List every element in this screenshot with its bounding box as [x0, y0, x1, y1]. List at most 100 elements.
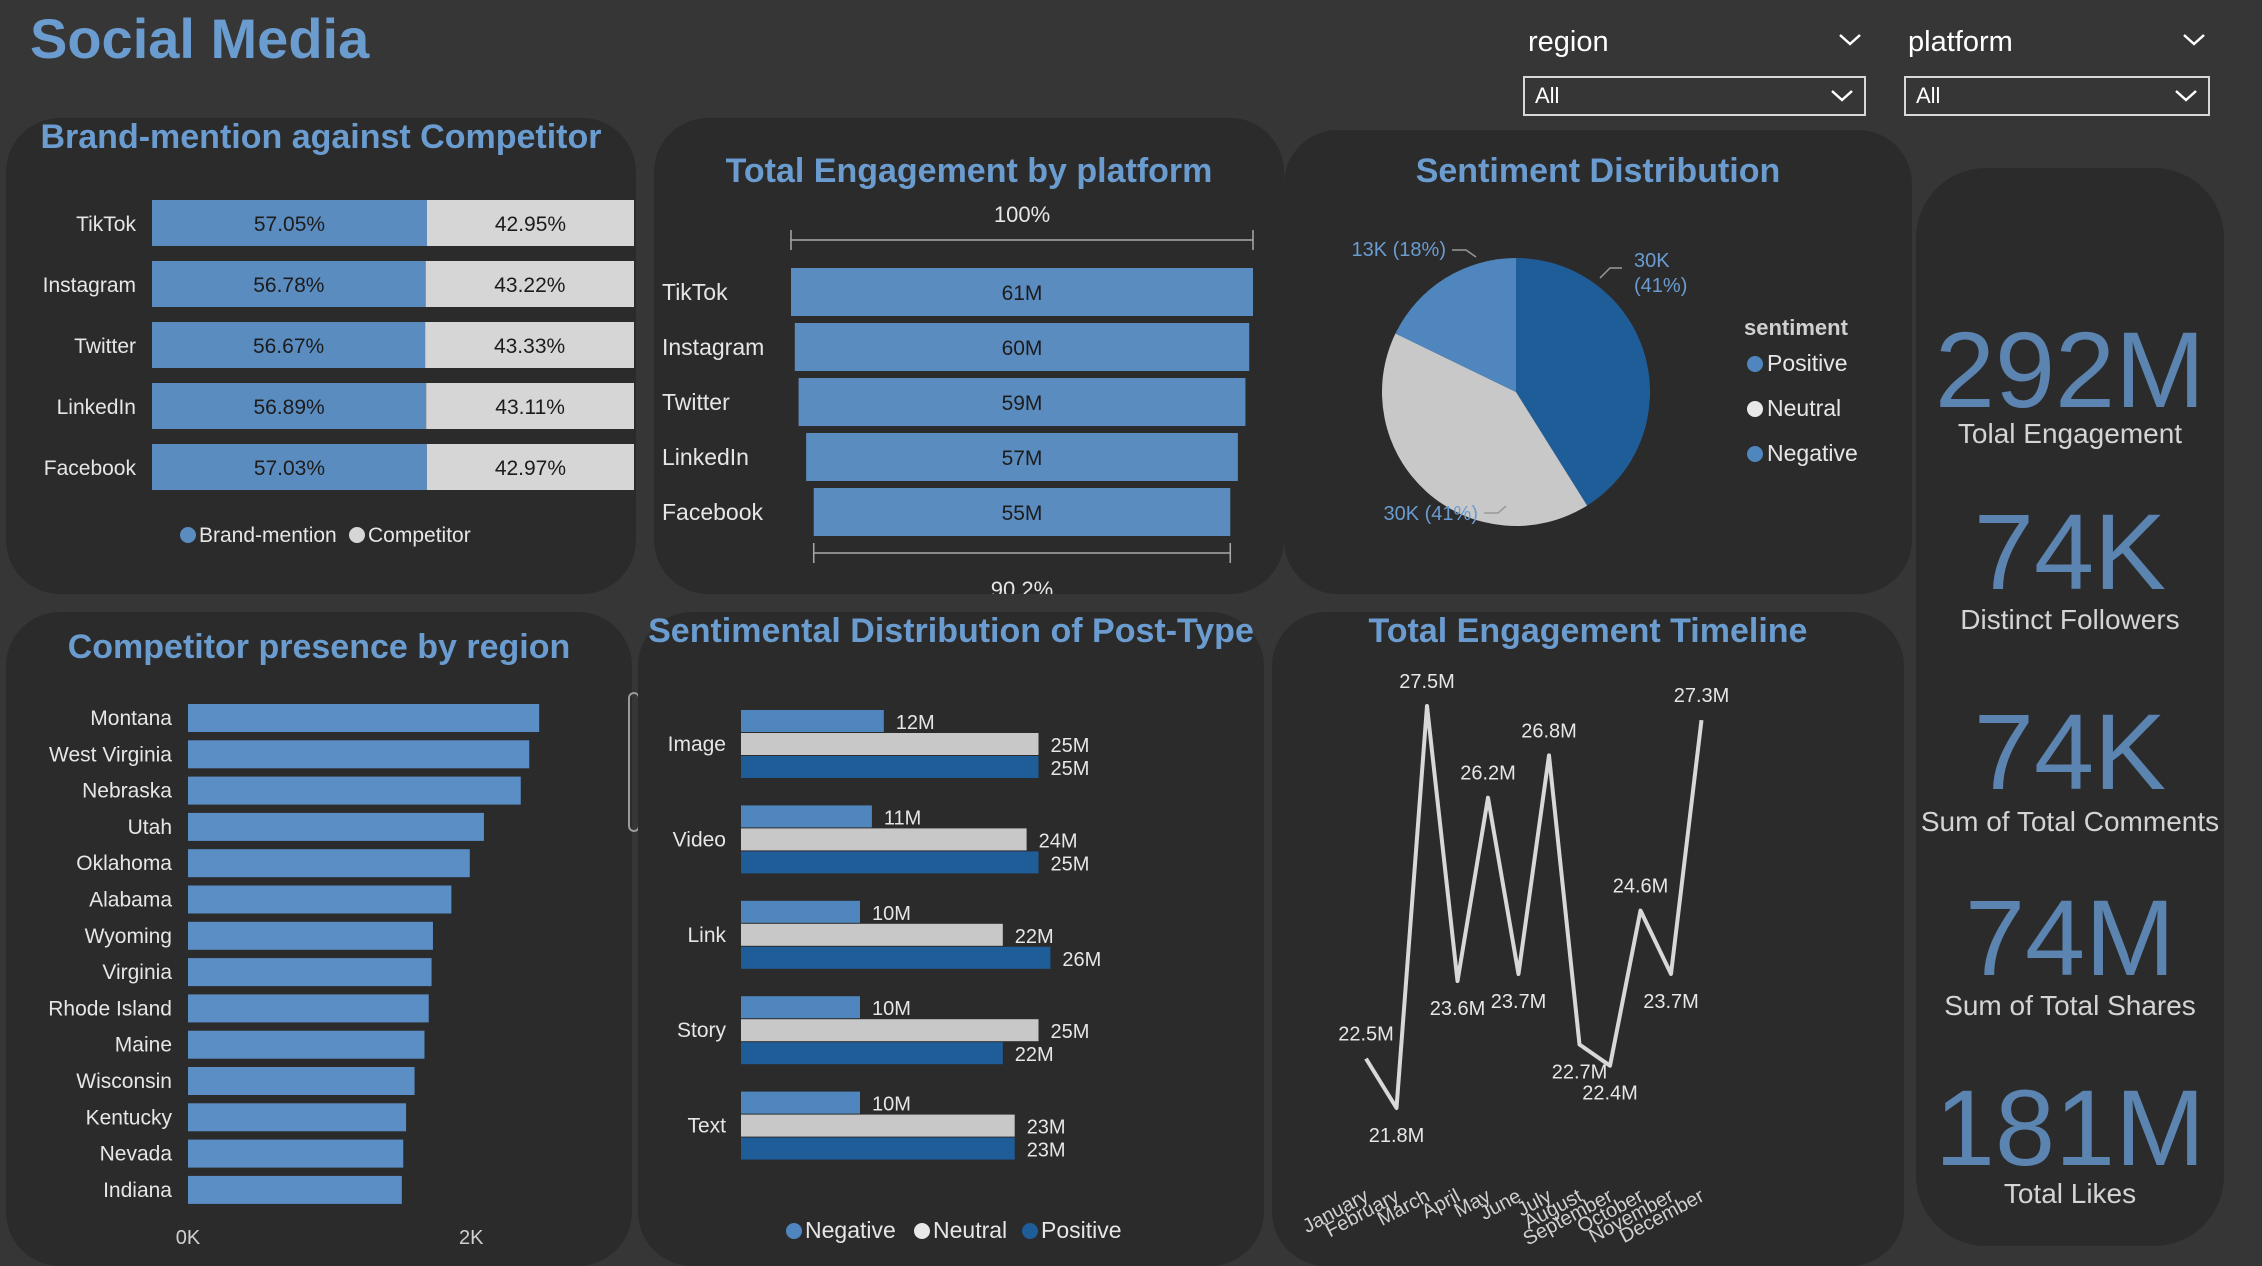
- region-bar[interactable]: [188, 1175, 402, 1204]
- post-type-category-label: Image: [668, 733, 726, 756]
- region-bar[interactable]: [188, 849, 470, 878]
- region-bar[interactable]: [188, 1139, 404, 1168]
- competitor-data-label: 43.11%: [495, 396, 565, 419]
- region-category-label: Nevada: [100, 1143, 173, 1166]
- chevron-down-icon[interactable]: [1838, 32, 1862, 48]
- region-category-label: Wyoming: [85, 925, 172, 948]
- timeline-line[interactable]: [1364, 704, 1704, 1110]
- kpi-total-comments-value: 74K: [1973, 691, 2167, 812]
- platform-dropdown-value: All: [1916, 83, 1941, 108]
- competitor-region-chart: Montana West Virginia Nebraska Utah Oklahoma…: [48, 704, 540, 1249]
- post-type-bar-positive[interactable]: [741, 1137, 1015, 1160]
- region-bar[interactable]: [188, 994, 429, 1023]
- platform-slicer-label: platform: [1908, 26, 2013, 58]
- funnel-category-label: LinkedIn: [662, 444, 749, 470]
- post-type-data-label: 23M: [1027, 1140, 1066, 1162]
- post-type-panel: Sentimental Distribution of Post-Type Im…: [638, 612, 1264, 1266]
- funnel-category-label: Facebook: [662, 499, 764, 525]
- brand-mention-data-label: 56.67%: [253, 335, 324, 358]
- brand-mention-panel: Brand-mention against Competitor TikTok 5…: [6, 118, 636, 594]
- funnel-data-label: 61M: [1002, 282, 1043, 305]
- timeline-data-label: 23.7M: [1643, 991, 1699, 1013]
- post-type-chart: Image12M25M25MVideo11M24M25MLink10M22M26…: [668, 710, 1122, 1243]
- region-dropdown[interactable]: All: [1523, 76, 1866, 116]
- chevron-down-icon[interactable]: [2174, 88, 2198, 104]
- post-type-data-label: 10M: [872, 903, 911, 925]
- region-bar[interactable]: [188, 1030, 425, 1059]
- post-type-bar-negative[interactable]: [741, 996, 860, 1019]
- timeline-data-label: 22.4M: [1582, 1083, 1638, 1105]
- post-type-bar-negative[interactable]: [741, 710, 884, 732]
- region-bar[interactable]: [188, 885, 452, 914]
- region-bar[interactable]: [188, 812, 484, 841]
- region-category-label: Utah: [128, 816, 172, 839]
- post-type-data-label: 26M: [1062, 949, 1101, 971]
- competitor-data-label: 42.95%: [495, 213, 566, 236]
- post-type-data-label: 12M: [896, 712, 935, 734]
- sentiment-legend-marker-negative: [1747, 446, 1763, 462]
- chevron-down-icon[interactable]: [1830, 88, 1854, 104]
- post-type-bar-positive[interactable]: [741, 1042, 1003, 1065]
- kpi-total-comments-label: Sum of Total Comments: [1920, 806, 2220, 837]
- region-category-label: Wisconsin: [76, 1070, 172, 1093]
- post-type-legend-label-neutral: Neutral: [933, 1217, 1007, 1243]
- brand-mention-category-label: Facebook: [44, 457, 137, 480]
- post-type-data-label: 22M: [1015, 926, 1054, 948]
- post-type-data-label: 11M: [884, 807, 921, 829]
- region-category-label: Nebraska: [82, 780, 172, 803]
- post-type-legend-marker-negative: [786, 1223, 802, 1239]
- region-bar[interactable]: [188, 958, 432, 987]
- region-bar[interactable]: [188, 1103, 407, 1132]
- post-type-bar-negative[interactable]: [741, 900, 860, 923]
- brand-mention-category-label: TikTok: [76, 213, 136, 236]
- region-category-label: Rhode Island: [48, 997, 172, 1020]
- region-bar[interactable]: [188, 921, 433, 950]
- region-bar[interactable]: [188, 1067, 415, 1095]
- brand-mention-data-label: 57.05%: [254, 213, 325, 236]
- post-type-data-label: 25M: [1051, 1021, 1090, 1043]
- positive-data-label: 30K: [1634, 250, 1670, 272]
- sentiment-legend-label-positive: Positive: [1767, 350, 1848, 376]
- positive-leader-line: [1599, 267, 1622, 279]
- post-type-bar-negative[interactable]: [741, 805, 872, 828]
- timeline-data-label: 26.8M: [1521, 720, 1577, 742]
- region-bar[interactable]: [188, 704, 540, 732]
- competitor-data-label: 43.22%: [494, 274, 565, 297]
- post-type-bar-positive[interactable]: [741, 756, 1039, 778]
- timeline-data-label: 23.6M: [1430, 998, 1486, 1020]
- engagement-platform-panel: Total Engagement by platform 100% TikTok 6…: [654, 118, 1284, 594]
- post-type-bar-negative[interactable]: [741, 1091, 860, 1114]
- funnel-bottom-percent: 90.2%: [991, 577, 1053, 594]
- region-category-label: Oklahoma: [76, 852, 172, 875]
- sentiment-legend-label-negative: Negative: [1767, 440, 1858, 466]
- legend-competitor-label: Competitor: [368, 524, 471, 547]
- post-type-bar-positive[interactable]: [741, 851, 1039, 874]
- page-title: Social Media: [30, 7, 370, 70]
- post-type-bar-neutral[interactable]: [741, 733, 1039, 755]
- post-type-bar-neutral[interactable]: [741, 1019, 1039, 1042]
- chevron-down-icon[interactable]: [2182, 32, 2206, 48]
- post-type-bar-neutral[interactable]: [741, 1114, 1015, 1137]
- post-type-data-label: 25M: [1051, 735, 1090, 757]
- brand-mention-data-label: 57.03%: [254, 457, 325, 480]
- platform-dropdown[interactable]: All: [1904, 76, 2210, 116]
- competitor-data-label: 42.97%: [495, 457, 566, 480]
- negative-data-label: 13K (18%): [1352, 239, 1447, 261]
- funnel-category-label: TikTok: [662, 279, 728, 305]
- funnel-category-label: Instagram: [662, 334, 764, 360]
- post-type-bar-positive[interactable]: [741, 946, 1051, 969]
- timeline-data-label: 24.6M: [1613, 876, 1669, 898]
- funnel-data-label: 59M: [1002, 392, 1043, 415]
- post-type-bar-neutral[interactable]: [741, 828, 1027, 851]
- sentiment-legend-title: sentiment: [1744, 315, 1849, 340]
- region-category-label: West Virginia: [49, 743, 172, 766]
- region-category-label: Indiana: [103, 1179, 172, 1202]
- post-type-data-label: 22M: [1015, 1044, 1054, 1066]
- region-bar[interactable]: [188, 740, 530, 769]
- post-type-legend-label-negative: Negative: [805, 1217, 896, 1243]
- region-bar[interactable]: [188, 776, 521, 805]
- post-type-bar-neutral[interactable]: [741, 923, 1003, 946]
- post-type-data-label: 10M: [872, 1094, 911, 1116]
- funnel-data-label: 57M: [1002, 447, 1043, 470]
- kpi-total-engagement-value: 292M: [1934, 309, 2206, 430]
